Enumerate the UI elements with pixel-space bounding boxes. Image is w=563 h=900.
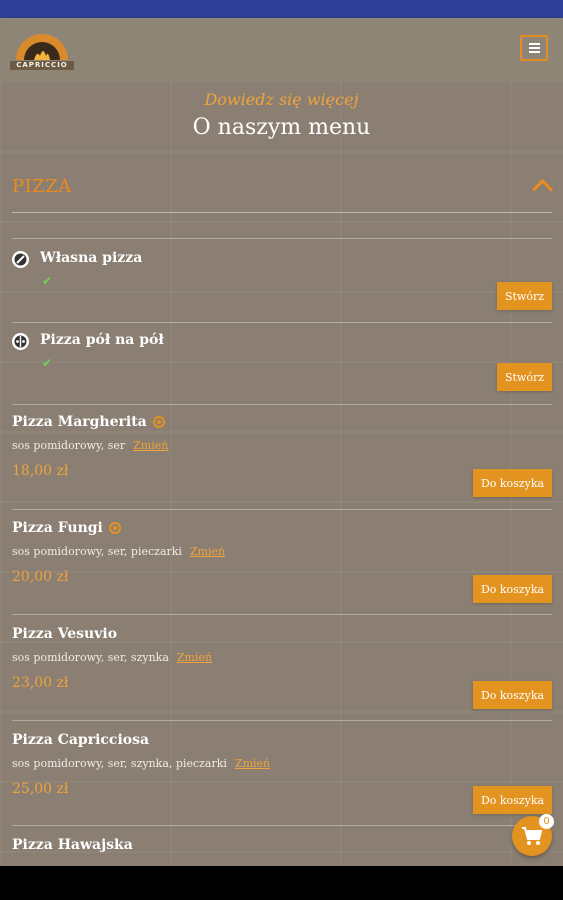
item-price: 18,00 zł [12,463,69,479]
item-title: Pizza Fungi [12,520,121,536]
cart-icon [522,827,543,845]
list-item: Pizza Hawajska [12,825,552,866]
item-title: Pizza Capricciosa [12,732,150,748]
section-title: O naszym menu [192,115,371,140]
cart-button[interactable]: 0 [512,814,554,856]
item-description: sos pomidorowy, ser Zmień [12,439,169,452]
item-price: 20,00 zł [12,569,69,585]
check-icon: ✔ [42,356,53,370]
half-half-icon [12,333,29,350]
item-title: Pizza pół na pół [40,332,164,348]
item-title: Pizza Hawajska [12,837,133,853]
create-button[interactable]: Stwórz [497,363,552,391]
change-link[interactable]: Zmień [177,651,212,664]
item-title: Pizza Vesuvio [12,626,118,642]
section-kicker: Dowiedz się więcej [204,90,359,109]
logo-text: CAPRICCIO [10,61,74,70]
top-navbar: CAPRICCIO [0,18,563,81]
item-description: sos pomidorowy, ser, szynka Zmień [12,651,213,664]
list-item: Pizza Margherita sos pomidorowy, ser Zmie… [12,404,552,510]
item-title: Pizza Margherita [12,414,165,430]
oven-logo-icon [16,34,68,60]
category-name: PIZZA [12,176,72,197]
list-item: Pizza Fungi sos pomidorowy, ser, pieczar… [12,509,552,615]
change-link[interactable]: Zmień [235,757,270,770]
list-item: Pizza pół na pół ✔ Stwórz [12,321,552,405]
hamburger-menu-button[interactable] [520,35,548,61]
add-to-cart-button[interactable]: Do koszyka [473,469,552,497]
status-bar [0,0,563,18]
cart-count-badge: 0 [539,814,554,829]
vegetarian-icon [152,416,165,428]
item-price: 25,00 zł [12,781,69,797]
change-link[interactable]: Zmień [190,545,225,558]
item-description: sos pomidorowy, ser, pieczarki Zmień [12,545,226,558]
vegetarian-icon [108,522,121,534]
category-header-pizza[interactable]: PIZZA [12,174,554,213]
system-navigation-bar [0,866,563,900]
list-item: Pizza Vesuvio sos pomidorowy, ser, szynk… [12,614,552,721]
custom-pizza-icon [12,251,29,268]
add-to-cart-button[interactable]: Do koszyka [473,786,552,814]
check-icon: ✔ [42,274,53,288]
create-button[interactable]: Stwórz [497,282,552,310]
add-to-cart-button[interactable]: Do koszyka [473,575,552,603]
item-description: sos pomidorowy, ser, szynka, pieczarki Zm… [12,757,271,770]
item-title: Własna pizza [40,250,143,266]
chevron-up-icon[interactable] [531,178,554,201]
add-to-cart-button[interactable]: Do koszyka [473,681,552,709]
logo[interactable]: CAPRICCIO [10,30,74,70]
change-link[interactable]: Zmień [133,439,168,452]
list-item: Pizza Capricciosa sos pomidorowy, ser, s… [12,720,552,826]
item-price: 23,00 zł [12,675,69,691]
hamburger-icon [528,43,540,45]
list-item: Własna pizza ✔ Stwórz [12,238,552,323]
